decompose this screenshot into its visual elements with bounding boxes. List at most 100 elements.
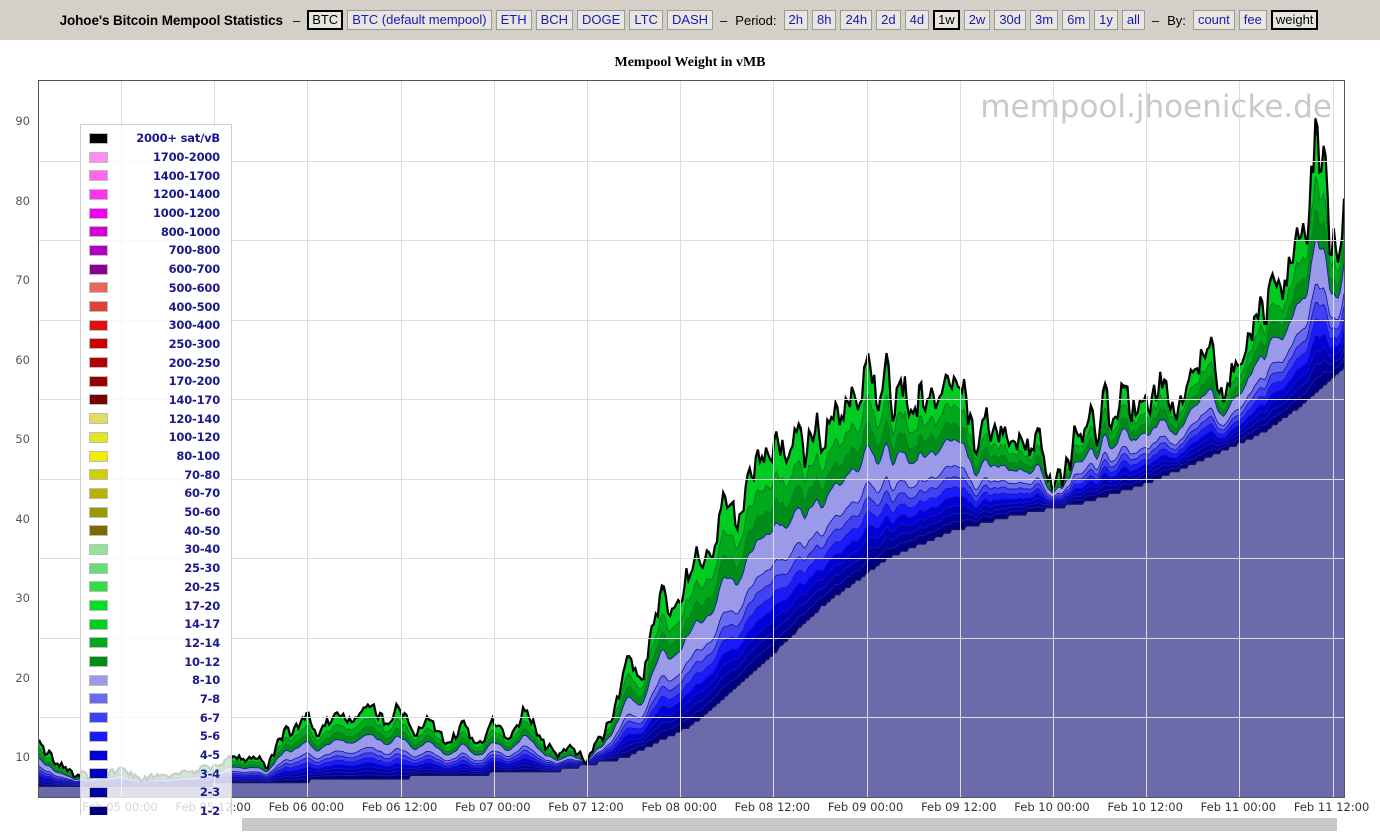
legend-swatch — [89, 338, 108, 350]
legend-label: 7-8 — [199, 691, 220, 706]
legend-item[interactable]: 1200-1400 — [85, 185, 227, 204]
legend-label: 300-400 — [168, 318, 221, 333]
legend-item[interactable]: 300-400 — [85, 316, 227, 335]
gridline-vertical — [307, 81, 309, 797]
gridline-vertical — [493, 81, 495, 797]
legend-item[interactable]: 100-120 — [85, 428, 227, 447]
gridline-vertical — [1146, 81, 1148, 797]
x-axis-tick-label: Feb 09 00:00 — [827, 800, 904, 814]
legend-item[interactable]: 3-4 — [85, 764, 227, 783]
legend-swatch — [89, 469, 108, 481]
legend-item[interactable]: 700-800 — [85, 241, 227, 260]
legend-item[interactable]: 140-170 — [85, 391, 227, 410]
legend-swatch — [89, 357, 108, 369]
page-title: Johoe's Bitcoin Mempool Statistics — [59, 12, 283, 28]
y-axis-tick-label: 80 — [15, 193, 30, 208]
legend-swatch — [89, 450, 108, 462]
legend-item[interactable]: 80-100 — [85, 447, 227, 466]
legend-item[interactable]: 250-300 — [85, 335, 227, 354]
coin-button-bch[interactable]: BCH — [535, 10, 574, 30]
legend-item[interactable]: 70-80 — [85, 465, 227, 484]
legend-item[interactable]: 6-7 — [85, 708, 227, 727]
legend-item[interactable]: 1000-1200 — [85, 204, 227, 223]
legend-item[interactable]: 7-8 — [85, 690, 227, 709]
period-button-2w[interactable]: 2w — [963, 10, 991, 30]
gridline-vertical — [1239, 81, 1241, 797]
coin-button-ltc[interactable]: LTC — [629, 10, 663, 30]
legend-label: 4-5 — [199, 748, 220, 763]
legend-label: 25-30 — [184, 561, 220, 576]
legend-swatch — [89, 656, 108, 668]
by-label: By: — [1167, 12, 1186, 28]
legend-item[interactable]: 2000+ sat/vB — [85, 129, 227, 148]
y-axis-tick-label: 30 — [15, 591, 30, 606]
coin-button-doge[interactable]: DOGE — [577, 10, 626, 30]
plot-area: mempool.jhoenicke.de 2000+ sat/vB 1700-20… — [38, 80, 1345, 815]
legend-swatch — [89, 768, 108, 780]
period-button-24h[interactable]: 24h — [840, 10, 873, 30]
coin-button-dash[interactable]: DASH — [666, 10, 714, 30]
legend-item[interactable]: 30-40 — [85, 540, 227, 559]
legend-item[interactable]: 1700-2000 — [85, 148, 227, 167]
legend-item[interactable]: 200-250 — [85, 353, 227, 372]
legend-item[interactable]: 25-30 — [85, 559, 227, 578]
period-button-all[interactable]: all — [1121, 10, 1145, 30]
period-button-2d[interactable]: 2d — [876, 10, 901, 30]
x-axis-tick-label: Feb 09 12:00 — [921, 800, 997, 814]
x-axis-tick-label: Feb 11 00:00 — [1200, 800, 1277, 814]
legend-swatch — [89, 693, 108, 705]
legend-item[interactable]: 1-2 — [85, 802, 227, 815]
legend-label: 2-3 — [199, 785, 220, 800]
legend-item[interactable]: 40-50 — [85, 521, 227, 540]
legend-label: 8-10 — [192, 673, 220, 688]
scrollbar-thumb[interactable] — [242, 818, 1337, 831]
legend-item[interactable]: 600-700 — [85, 260, 227, 279]
legend-swatch — [89, 805, 108, 815]
legend-swatch — [89, 525, 108, 537]
legend-item[interactable]: 8-10 — [85, 671, 227, 690]
by-button-fee[interactable]: fee — [1238, 10, 1267, 30]
legend-item[interactable]: 800-1000 — [85, 222, 227, 241]
legend-item[interactable]: 50-60 — [85, 503, 227, 522]
by-button-count[interactable]: count — [1192, 10, 1235, 30]
x-axis-tick-label: Feb 08 00:00 — [641, 800, 717, 814]
legend-item[interactable]: 60-70 — [85, 484, 227, 503]
legend-item[interactable]: 14-17 — [85, 615, 227, 634]
x-axis-tick-label: Feb 07 12:00 — [548, 800, 624, 814]
coin-button-btc-default-mempool[interactable]: BTC (default mempool) — [347, 10, 492, 30]
period-button-6m[interactable]: 6m — [1062, 10, 1091, 30]
legend-item[interactable]: 4-5 — [85, 746, 227, 765]
by-button-weight[interactable]: weight — [1270, 10, 1319, 30]
period-button-30d[interactable]: 30d — [994, 10, 1027, 30]
legend-item[interactable]: 120-140 — [85, 409, 227, 428]
period-button-8h[interactable]: 8h — [811, 10, 837, 30]
coin-button-btc[interactable]: BTC — [307, 10, 344, 30]
gridline-horizontal — [39, 717, 1344, 719]
legend-label: 70-80 — [184, 467, 220, 482]
legend-item[interactable]: 2-3 — [85, 783, 227, 802]
period-button-4d[interactable]: 4d — [904, 10, 930, 30]
legend-item[interactable]: 17-20 — [85, 596, 227, 615]
legend-item[interactable]: 170-200 — [85, 372, 227, 391]
legend-item[interactable]: 10-12 — [85, 652, 227, 671]
gridline-vertical — [773, 81, 775, 797]
legend-swatch — [89, 562, 108, 574]
legend-label: 1400-1700 — [153, 168, 220, 183]
legend-item[interactable]: 20-25 — [85, 578, 227, 597]
period-button-2h[interactable]: 2h — [783, 10, 808, 30]
gridline-vertical — [866, 81, 868, 797]
coin-button-group: BTC BTC (default mempool) ETH BCH DOGE LTC DAS… — [305, 10, 715, 30]
legend-item[interactable]: 1400-1700 — [85, 166, 227, 185]
horizontal-scrollbar[interactable] — [0, 815, 1380, 835]
legend-item[interactable]: 500-600 — [85, 279, 227, 298]
period-button-1w[interactable]: 1w — [933, 10, 960, 30]
legend-item[interactable]: 5-6 — [85, 727, 227, 746]
legend-swatch — [89, 543, 108, 555]
legend-item[interactable]: 400-500 — [85, 297, 227, 316]
coin-button-eth[interactable]: ETH — [495, 10, 532, 30]
toolbar-inner: Johoe's Bitcoin Mempool Statistics – BTC… — [60, 10, 1321, 30]
legend-item[interactable]: 12-14 — [85, 634, 227, 653]
legend-swatch — [89, 151, 108, 163]
period-button-1y[interactable]: 1y — [1094, 10, 1118, 30]
period-button-3m[interactable]: 3m — [1030, 10, 1059, 30]
